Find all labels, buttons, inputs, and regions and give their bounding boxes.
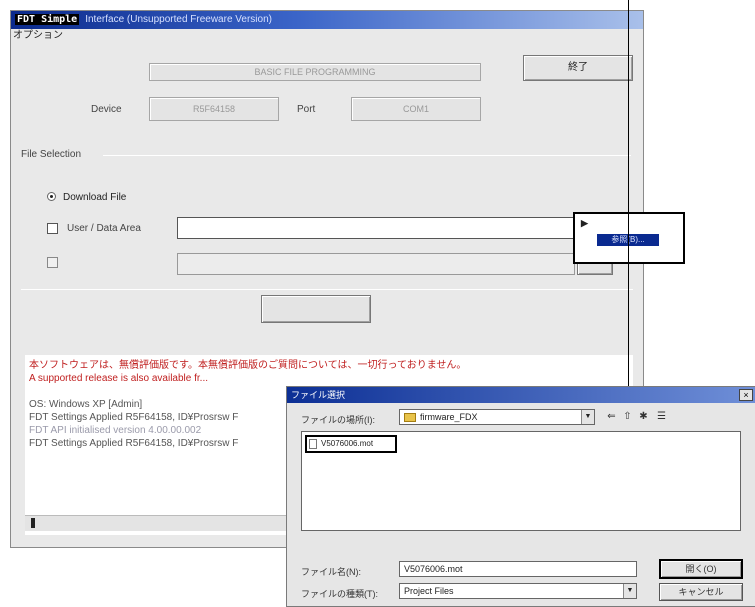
start-button[interactable] <box>261 295 371 323</box>
user-data-path-input[interactable] <box>177 217 575 239</box>
user-data-label: User / Data Area <box>67 223 141 234</box>
log-horizontal-scrollbar[interactable] <box>25 515 295 531</box>
mode-display-field: BASIC FILE PROGRAMMING <box>149 63 481 81</box>
cursor-arrow-icon: ▶ <box>581 218 588 228</box>
window-edge-line <box>628 0 629 386</box>
folder-icon <box>404 413 416 423</box>
scroll-thumb[interactable] <box>31 518 35 528</box>
title-text: Interface (Unsupported Freeware Version) <box>85 14 272 25</box>
cancel-button[interactable]: キャンセル <box>659 583 743 601</box>
user-data-checkbox[interactable] <box>47 223 58 234</box>
browse-popup-menu: ▶ 参照(B)... <box>573 212 685 264</box>
download-file-label: Download File <box>63 192 127 203</box>
log-line: 本ソフトウェアは、無償評価版です。本無償評価版のご質問については、一切行っており… <box>29 360 467 371</box>
log-line: A supported release is also available fr… <box>29 373 208 384</box>
menu-options[interactable]: オプション <box>13 29 63 43</box>
exit-button[interactable]: 終了 <box>523 55 633 81</box>
file-name: V5076006.mot <box>321 439 374 448</box>
filename-input[interactable]: V5076006.mot <box>399 561 637 577</box>
secondary-file-checkbox[interactable] <box>47 257 58 268</box>
filetype-value: Project Files <box>404 586 454 596</box>
look-in-label: ファイルの場所(I): <box>301 415 375 425</box>
port-label: Port <box>297 104 316 115</box>
file-icon <box>309 439 317 449</box>
open-button[interactable]: 開く(O) <box>659 559 743 579</box>
filename-label: ファイル名(N): <box>301 567 361 577</box>
new-folder-icon[interactable]: ✱ <box>637 411 650 423</box>
section-divider <box>21 289 633 290</box>
chevron-down-icon[interactable]: ▼ <box>623 584 636 598</box>
file-list[interactable]: V5076006.mot <box>301 431 741 531</box>
look-in-combo[interactable]: firmware_FDX ▼ <box>399 409 595 425</box>
device-label: Device <box>91 104 122 115</box>
download-file-radio[interactable] <box>47 192 56 201</box>
filetype-label: ファイルの種類(T): <box>301 589 378 599</box>
view-menu-icon[interactable]: ☰ <box>655 411 668 423</box>
file-item[interactable]: V5076006.mot <box>305 435 397 453</box>
back-icon[interactable]: ⇐ <box>605 411 618 423</box>
look-in-value: firmware_FDX <box>420 412 478 422</box>
port-value-field: COM1 <box>351 97 481 121</box>
chevron-down-icon[interactable]: ▼ <box>581 410 594 424</box>
title-prefix: FDT Simple <box>15 14 80 25</box>
up-folder-icon[interactable]: ⇧ <box>621 411 634 423</box>
device-value-field: R5F64158 <box>149 97 279 121</box>
dialog-title: ファイル選択 <box>287 387 755 403</box>
group-divider <box>103 155 631 156</box>
title-bar: FDT Simple Interface (Unsupported Freewar… <box>11 11 643 29</box>
file-selection-group-label: File Selection <box>21 149 82 160</box>
filetype-select[interactable]: Project Files ▼ <box>399 583 637 599</box>
file-dialog: ファイル選択 × ファイルの場所(I): firmware_FDX ▼ ⇐ ⇧ … <box>286 386 755 607</box>
secondary-file-path-input <box>177 253 575 275</box>
dialog-close-button[interactable]: × <box>739 389 753 401</box>
